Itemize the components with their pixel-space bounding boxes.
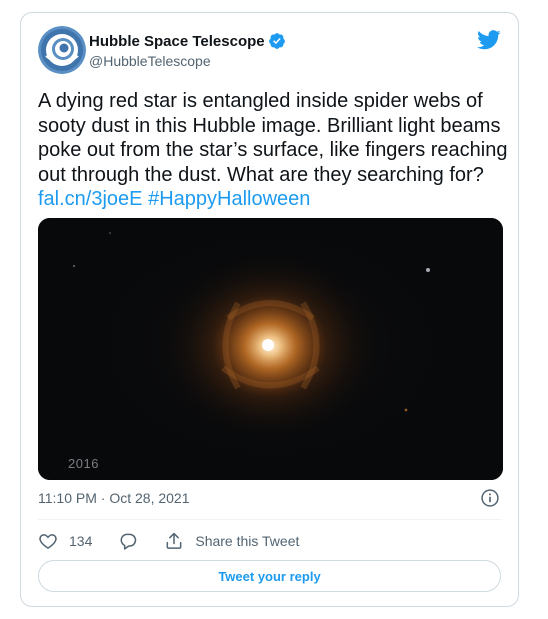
tweet-text: A dying red star is entangled inside spi… xyxy=(38,89,508,212)
image-year-label: 2016 xyxy=(68,456,99,471)
twitter-bird-icon[interactable] xyxy=(477,30,501,50)
tweet-link[interactable]: fal.cn/3joeE xyxy=(38,188,143,210)
divider xyxy=(38,519,501,520)
reply-bubble-icon xyxy=(120,533,137,550)
info-icon[interactable] xyxy=(480,488,500,508)
hashtag-link[interactable]: #HappyHalloween xyxy=(148,188,310,210)
share-icon xyxy=(166,532,182,549)
tweet-timestamp[interactable]: 11:10 PM · Oct 28, 2021 xyxy=(38,490,190,506)
hubble-logo-avatar xyxy=(38,26,86,74)
dying-star-image xyxy=(38,218,503,480)
share-button[interactable]: Share this Tweet xyxy=(164,531,299,551)
tweet-card: Hubble Space Telescope @HubbleTelescope … xyxy=(20,12,519,607)
verified-badge-icon xyxy=(268,33,285,49)
share-label: Share this Tweet xyxy=(195,533,300,549)
reply-button[interactable] xyxy=(118,531,138,551)
author-name[interactable]: Hubble Space Telescope xyxy=(89,32,286,50)
avatar[interactable] xyxy=(38,26,86,74)
heart-icon xyxy=(39,534,57,549)
author-handle[interactable]: @HubbleTelescope xyxy=(89,53,211,69)
like-count: 134 xyxy=(69,533,93,549)
like-button[interactable]: 134 xyxy=(38,531,92,551)
tweet-body: A dying red star is entangled inside spi… xyxy=(38,90,508,186)
tweet-media-image[interactable]: 2016 xyxy=(38,218,503,480)
tweet-your-reply-button[interactable]: Tweet your reply xyxy=(38,560,501,592)
action-bar: 134 Share this Tweet xyxy=(38,529,325,553)
author-name-text: Hubble Space Telescope xyxy=(89,32,265,50)
